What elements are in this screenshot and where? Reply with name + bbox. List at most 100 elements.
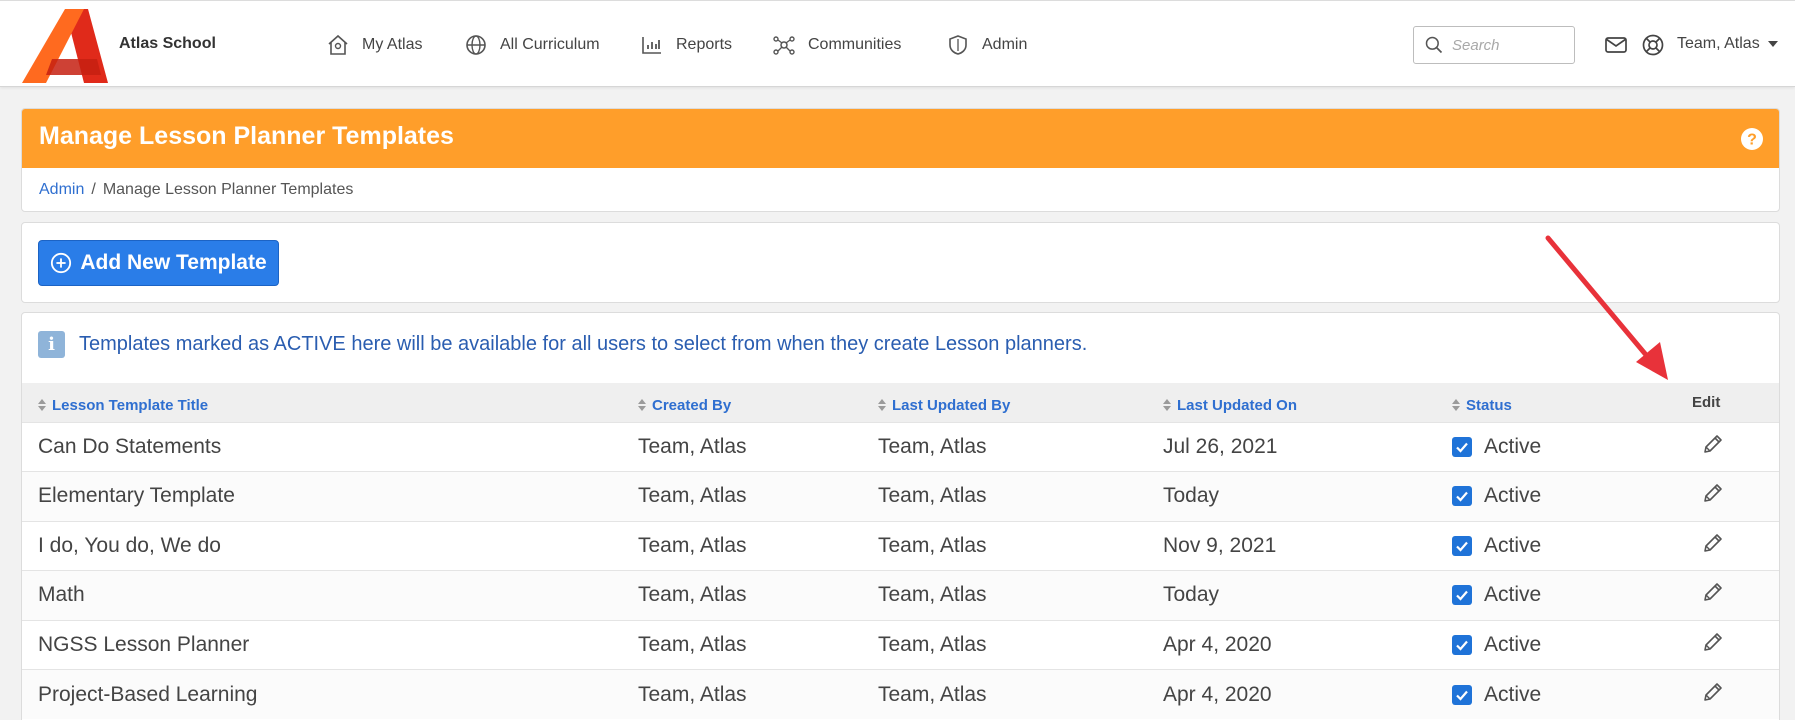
table-row: NGSS Lesson Planner Team, Atlas Team, Atla… <box>22 620 1779 670</box>
cell-updated-by: Team, Atlas <box>878 434 987 458</box>
cell-updated-on: Today <box>1163 484 1220 508</box>
cell-created-by: Team, Atlas <box>638 434 747 458</box>
search-icon <box>1425 36 1443 54</box>
pencil-edit-icon[interactable] <box>1701 580 1725 604</box>
cell-updated-by: Team, Atlas <box>878 632 987 656</box>
status-label: Active <box>1484 583 1542 607</box>
status-active-checkbox[interactable] <box>1452 436 1472 457</box>
cell-updated-by: Team, Atlas <box>878 583 987 607</box>
sort-icon <box>638 399 646 411</box>
table-row: Project-Based Learning Team, Atlas Team, A… <box>22 669 1779 720</box>
home-icon <box>328 34 348 55</box>
cell-status: Active <box>1436 670 1676 720</box>
add-button-label: Add New Template <box>80 251 267 274</box>
templates-table-panel: i Templates marked as ACTIVE here will b… <box>21 312 1780 720</box>
table-row: Can Do Statements Team, Atlas Team, Atlas J… <box>22 422 1779 472</box>
column-header-created-by[interactable]: Created By <box>622 383 862 422</box>
cell-edit <box>1676 620 1779 670</box>
action-panel: Add New Template <box>21 222 1780 303</box>
cell-updated-on: Jul 26, 2021 <box>1163 434 1278 458</box>
top-navigation-bar: Atlas School My Atlas All Curriculum Rep… <box>0 0 1795 87</box>
school-name[interactable]: Atlas School <box>119 35 216 53</box>
status-active-checkbox[interactable] <box>1452 684 1472 705</box>
pencil-edit-icon[interactable] <box>1701 481 1725 505</box>
cell-created-by: Team, Atlas <box>638 583 747 607</box>
cell-edit <box>1676 422 1779 472</box>
nav-label: My Atlas <box>362 36 423 53</box>
breadcrumb-current: Manage Lesson Planner Templates <box>102 181 354 198</box>
search-box[interactable] <box>1413 26 1575 64</box>
add-new-template-button[interactable]: Add New Template <box>38 240 279 286</box>
chevron-down-icon <box>1767 41 1778 47</box>
cell-updated-on: Apr 4, 2020 <box>1163 682 1272 706</box>
nav-item-my-atlas[interactable]: My Atlas <box>326 31 422 59</box>
cell-title: I do, You do, We do <box>38 533 221 557</box>
status-active-checkbox[interactable] <box>1452 585 1472 606</box>
nav-item-reports[interactable]: Reports <box>640 31 732 59</box>
status-label: Active <box>1484 632 1542 656</box>
nav-item-all-curriculum[interactable]: All Curriculum <box>464 31 600 59</box>
table-row: I do, You do, We do Team, Atlas Team, Atla… <box>22 521 1779 571</box>
cell-status: Active <box>1436 521 1676 571</box>
help-icon[interactable]: ? <box>1740 127 1764 151</box>
plus-circle-icon <box>51 252 72 274</box>
pencil-edit-icon[interactable] <box>1701 531 1725 555</box>
sort-icon <box>1163 399 1171 411</box>
search-input[interactable] <box>1452 36 1562 54</box>
column-header-title[interactable]: Lesson Template Title <box>22 383 622 422</box>
templates-table: Lesson Template Title Created By Last Up… <box>22 383 1779 720</box>
mail-icon[interactable] <box>1604 33 1628 57</box>
checkmark-icon <box>1456 541 1468 552</box>
cell-status: Active <box>1436 422 1676 472</box>
cell-updated-by: Team, Atlas <box>878 533 987 557</box>
page-header-panel: Manage Lesson Planner Templates ? Admin … <box>21 108 1780 212</box>
status-active-checkbox[interactable] <box>1452 535 1472 556</box>
breadcrumb-link-admin[interactable]: Admin <box>39 181 84 199</box>
cell-status: Active <box>1436 472 1676 522</box>
user-menu[interactable]: Team, Atlas <box>1677 35 1778 53</box>
nav-item-admin[interactable]: Admin <box>946 31 1027 59</box>
info-text: Templates marked as ACTIVE here will be … <box>79 333 1088 355</box>
user-name: Team, Atlas <box>1677 35 1760 52</box>
status-active-checkbox[interactable] <box>1452 486 1472 507</box>
checkmark-icon <box>1456 492 1468 502</box>
cell-title: Can Do Statements <box>38 434 222 458</box>
checkmark-icon <box>1456 442 1468 453</box>
status-label: Active <box>1484 434 1542 458</box>
checkmark-icon <box>1456 690 1468 701</box>
pencil-edit-icon[interactable] <box>1701 680 1725 704</box>
nav-label: Admin <box>982 36 1028 53</box>
column-header-last-updated-by[interactable]: Last Updated By <box>862 383 1147 422</box>
pencil-edit-icon[interactable] <box>1701 630 1725 654</box>
table-body: Can Do Statements Team, Atlas Team, Atlas J… <box>22 422 1779 720</box>
atlas-logo-icon[interactable] <box>22 9 108 83</box>
cell-updated-on: Apr 4, 2020 <box>1163 632 1272 656</box>
status-label: Active <box>1484 533 1542 557</box>
cell-status: Active <box>1436 571 1676 621</box>
sort-icon <box>1452 399 1460 411</box>
info-message: i Templates marked as ACTIVE here will b… <box>38 331 1087 358</box>
table-header-row: Lesson Template Title Created By Last Up… <box>22 383 1779 422</box>
lifebuoy-icon[interactable] <box>1641 33 1665 57</box>
status-label: Active <box>1484 682 1542 706</box>
cell-created-by: Team, Atlas <box>638 632 747 656</box>
status-active-checkbox[interactable] <box>1452 634 1472 655</box>
column-header-last-updated-on[interactable]: Last Updated On <box>1147 383 1436 422</box>
cell-updated-by: Team, Atlas <box>878 484 987 508</box>
nav-item-communities[interactable]: Communities <box>772 31 901 59</box>
shield-icon <box>949 35 967 55</box>
svg-text:?: ? <box>1747 132 1757 149</box>
pencil-edit-icon[interactable] <box>1701 432 1725 456</box>
cell-edit <box>1676 670 1779 720</box>
nav-label: Communities <box>808 36 902 53</box>
cell-title: NGSS Lesson Planner <box>38 632 250 656</box>
cell-created-by: Team, Atlas <box>638 682 747 706</box>
info-icon: i <box>38 331 65 358</box>
nav-label: Reports <box>676 36 733 53</box>
cell-updated-by: Team, Atlas <box>878 682 987 706</box>
cell-title: Math <box>38 583 85 607</box>
column-header-status[interactable]: Status <box>1436 383 1676 422</box>
cell-title: Elementary Template <box>38 484 235 508</box>
sort-icon <box>38 399 46 411</box>
cell-edit <box>1676 472 1779 522</box>
